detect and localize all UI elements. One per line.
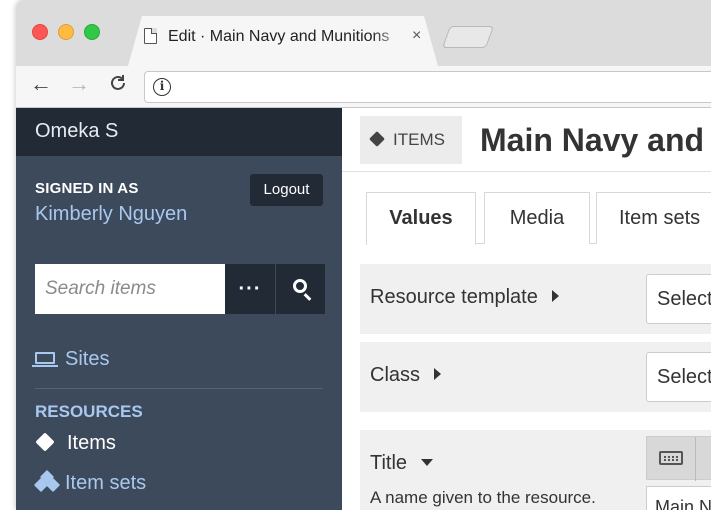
sidebar-item-label: Sites xyxy=(65,348,110,370)
class-toggle[interactable]: Class xyxy=(370,364,442,387)
back-arrow-icon[interactable]: ← xyxy=(30,71,52,97)
address-bar[interactable]: i xyxy=(144,71,711,103)
section-badge: ITEMS xyxy=(360,116,462,164)
resource-template-select[interactable]: Select xyxy=(646,274,711,324)
cubes-icon xyxy=(33,469,61,493)
info-icon[interactable]: i xyxy=(153,78,171,96)
title-toggle[interactable]: Title xyxy=(370,452,434,475)
tab-item-sets[interactable]: Item sets xyxy=(596,192,711,244)
tab-title[interactable]: Edit · Main Navy and Munitions xyxy=(168,28,408,46)
sidebar-item-item-sets[interactable]: Item sets xyxy=(33,469,147,495)
logout-button[interactable]: Logout xyxy=(250,174,323,206)
tab-values[interactable]: Values xyxy=(366,192,476,245)
tab-close-icon[interactable]: × xyxy=(412,27,421,45)
title-field: Title A name given to the resource. Main… xyxy=(360,430,711,510)
title-value-input[interactable]: Main Navy and Munitions xyxy=(646,486,711,510)
user-name-link[interactable]: Kimberly Nguyen xyxy=(35,203,187,226)
resource-template-field: Resource template Select xyxy=(360,264,711,334)
laptop-icon xyxy=(32,352,58,367)
sidebar-item-label: Item sets xyxy=(65,472,147,494)
maximize-window-button[interactable] xyxy=(84,24,100,40)
advanced-search-button[interactable]: ··· xyxy=(225,264,275,314)
resource-template-toggle[interactable]: Resource template xyxy=(370,286,559,309)
sidebar-divider xyxy=(35,388,323,389)
tab-media[interactable]: Media xyxy=(484,192,590,244)
field-label: Title xyxy=(370,452,408,474)
sidebar-item-label: Items xyxy=(67,432,116,454)
browser-toolbar: ← → i xyxy=(16,66,711,108)
page-title: Main Navy and Munitions xyxy=(480,122,711,158)
field-label: Class xyxy=(370,364,421,386)
search-button[interactable] xyxy=(275,264,325,314)
brand-link[interactable]: Omeka S xyxy=(35,120,118,143)
field-description: A name given to the resource. xyxy=(370,488,596,507)
search-form: ··· xyxy=(35,264,325,314)
cube-icon xyxy=(35,432,55,452)
close-window-button[interactable] xyxy=(32,24,48,40)
caret-right-icon xyxy=(434,368,442,380)
sidebar-item-sites[interactable]: Sites xyxy=(32,348,110,371)
section-tabs: Values Media Item sets xyxy=(366,192,711,245)
class-select[interactable]: Select xyxy=(646,352,711,402)
input-toolbar xyxy=(646,436,711,481)
new-tab-button[interactable] xyxy=(441,26,495,48)
toolbar-divider xyxy=(695,437,696,481)
reload-icon[interactable] xyxy=(108,73,128,99)
cube-icon xyxy=(369,131,385,147)
document-icon xyxy=(144,28,157,44)
sidebar: Omeka S SIGNED IN AS Kimberly Nguyen Log… xyxy=(16,108,342,510)
browser-window: Edit · Main Navy and Munitions × ← → i O… xyxy=(16,0,711,510)
caret-down-icon xyxy=(421,459,434,466)
resources-heading: RESOURCES xyxy=(35,402,143,421)
sidebar-header: Omeka S xyxy=(16,108,342,156)
minimize-window-button[interactable] xyxy=(58,24,74,40)
tab-strip: Edit · Main Navy and Munitions × xyxy=(16,0,711,66)
search-icon xyxy=(293,279,307,293)
main-content: ITEMS Main Navy and Munitions Values Med… xyxy=(342,108,711,510)
caret-right-icon xyxy=(551,290,559,302)
forward-arrow-icon[interactable]: → xyxy=(68,71,90,97)
search-input[interactable] xyxy=(35,264,225,314)
field-label: Resource template xyxy=(370,286,538,308)
signed-in-label: SIGNED IN AS xyxy=(35,180,139,197)
section-badge-label: ITEMS xyxy=(393,130,445,149)
keyboard-icon[interactable] xyxy=(659,451,683,465)
sidebar-item-items[interactable]: Items xyxy=(35,432,116,455)
class-field: Class Select xyxy=(360,342,711,412)
page-header: ITEMS Main Navy and Munitions xyxy=(342,108,711,172)
